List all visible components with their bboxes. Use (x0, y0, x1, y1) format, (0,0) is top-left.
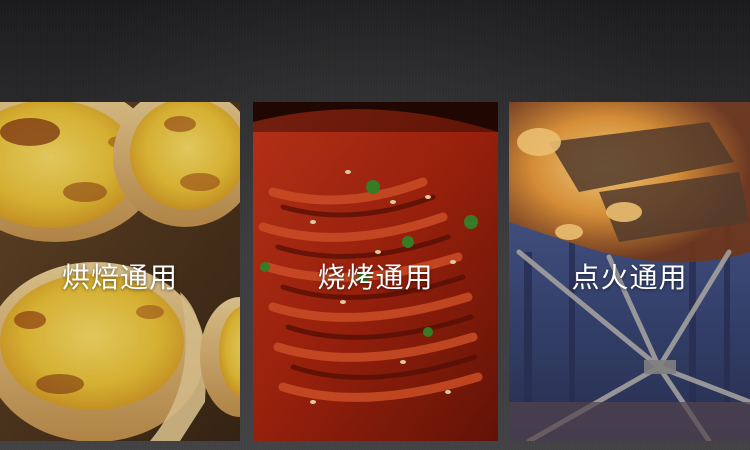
panel-fire[interactable]: 点火通用 (509, 102, 750, 441)
panel-bbq[interactable]: 烧烤通用 (253, 102, 498, 441)
panel-label-baking: 烘焙通用 (61, 261, 178, 294)
panel-baking[interactable]: 烘焙通用 (0, 102, 240, 441)
panel-label-bbq: 烧烤通用 (317, 261, 434, 294)
panel-label-fire: 点火通用 (571, 261, 688, 294)
